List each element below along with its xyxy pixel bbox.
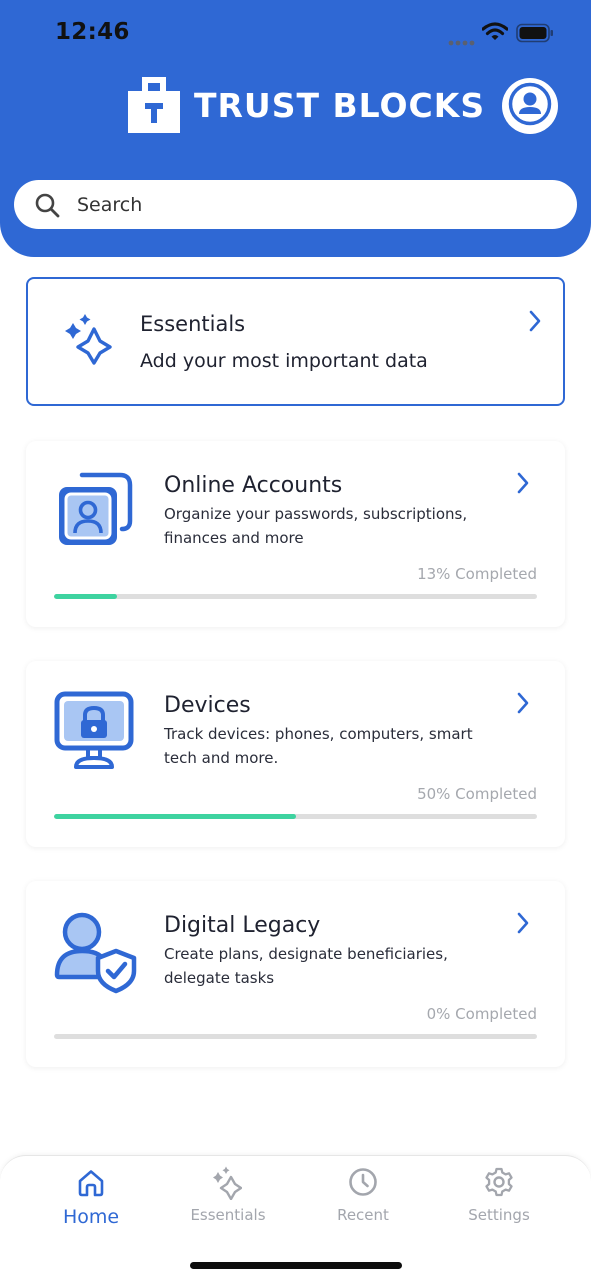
sparkle-icon [212,1166,243,1204]
progress-bar [54,1034,537,1039]
search-bar[interactable] [14,180,577,229]
progress-fill [54,594,117,599]
cellular-signal-icon [448,31,476,50]
tab-settings[interactable]: Settings [439,1166,559,1238]
card-title: Devices [164,693,251,718]
progress-bar [54,594,537,599]
battery-icon [516,23,554,47]
home-indicator [190,1262,402,1269]
tab-essentials[interactable]: Essentials [168,1166,288,1238]
devices-card[interactable]: Devices Track devices: phones, computers… [26,661,565,847]
header: 12:46 TRUST BLOCKS [0,0,591,257]
wifi-icon [481,22,509,46]
clock-icon [348,1167,378,1201]
tab-label: Essentials [190,1206,266,1224]
chevron-right-icon [516,471,530,499]
app-name: TRUST BLOCKS [194,86,486,125]
person-shield-icon [54,911,138,999]
status-bar: 12:46 [0,0,591,68]
user-avatar-icon [507,81,553,131]
tab-label: Recent [337,1206,389,1224]
accounts-icon [54,471,134,555]
online-accounts-card[interactable]: Online Accounts Organize your passwords,… [26,441,565,627]
tab-label: Home [62,1206,120,1228]
chevron-right-icon [528,309,542,337]
essentials-card[interactable]: Essentials Add your most important data [26,277,565,406]
home-icon [76,1168,106,1202]
digital-legacy-card[interactable]: Digital Legacy Create plans, designate b… [26,881,565,1067]
search-icon [34,192,61,223]
essentials-title: Essentials [140,312,246,336]
gear-icon [484,1167,514,1201]
tab-home[interactable]: Home [31,1166,151,1238]
progress-label: 13% Completed [417,565,537,583]
device-lock-icon [54,691,134,775]
card-description: Organize your passwords, subscriptions, … [164,505,468,547]
chevron-right-icon [516,691,530,719]
logo-lock-icon [128,77,180,137]
tab-recent[interactable]: Recent [303,1166,423,1238]
chevron-right-icon [516,911,530,939]
card-title: Digital Legacy [164,913,321,938]
tab-label: Settings [468,1206,530,1224]
progress-label: 50% Completed [417,785,537,803]
progress-fill [54,814,296,819]
card-description: Create plans, designate beneficiaries, d… [164,945,448,987]
progress-label: 0% Completed [426,1005,537,1023]
card-title: Online Accounts [164,473,343,498]
sparkle-icon [64,313,112,369]
profile-button[interactable] [502,78,558,134]
status-time: 12:46 [55,19,130,45]
card-description: Track devices: phones, computers, smart … [164,725,473,767]
search-input[interactable] [77,180,557,229]
progress-bar [54,814,537,819]
essentials-subtitle: Add your most important data [140,350,428,372]
